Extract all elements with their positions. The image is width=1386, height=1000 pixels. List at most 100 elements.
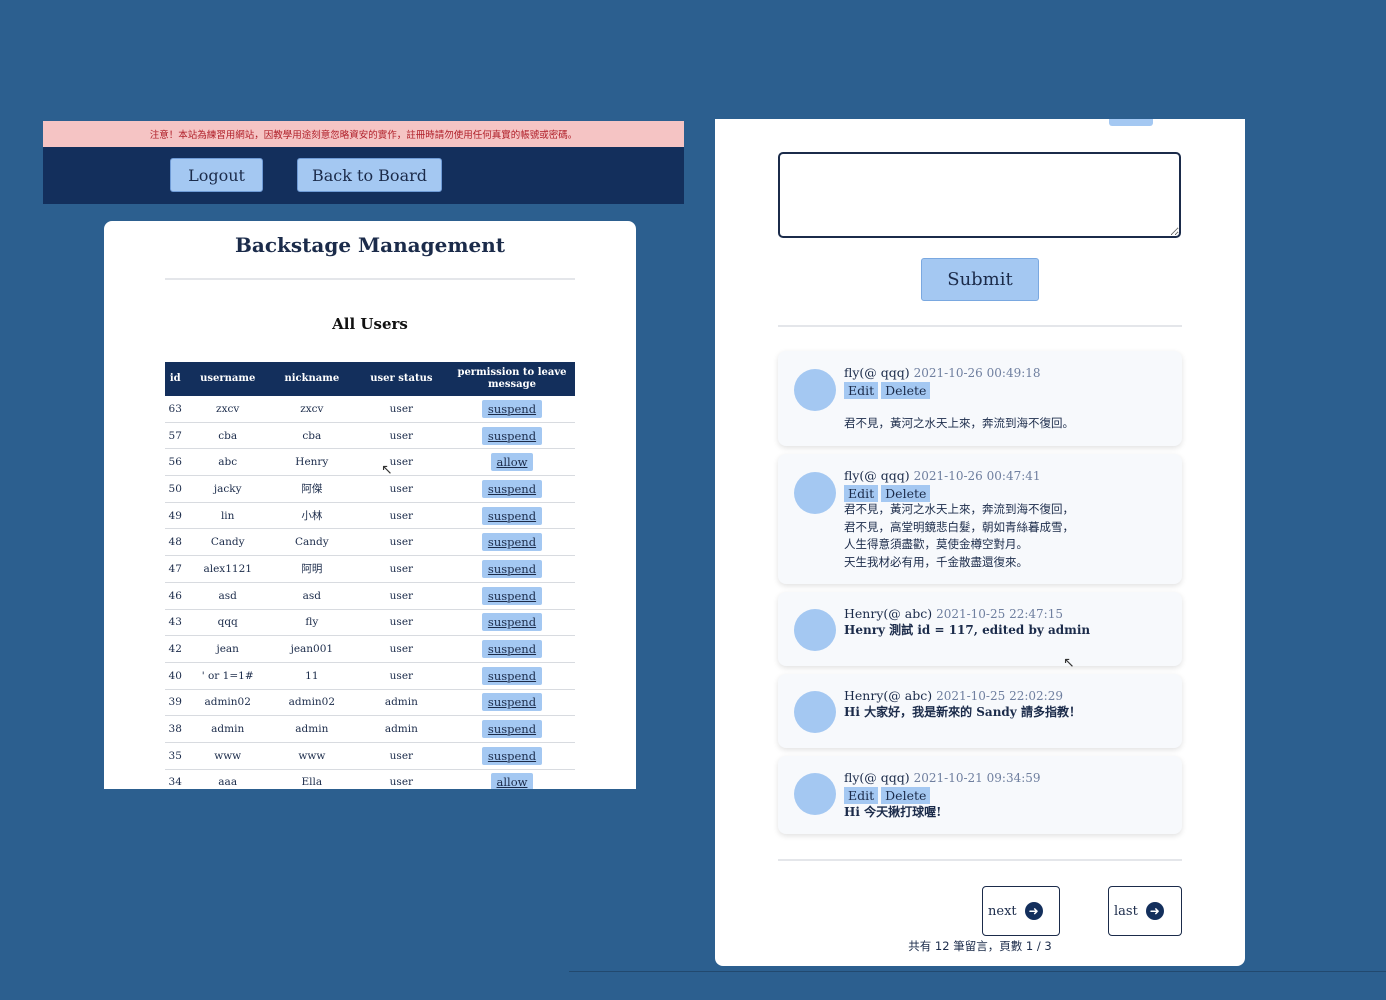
comment-body: Henry 測試 id = 117, edited by admin <box>844 623 1091 637</box>
comment-header: fly(@ qqq) 2021-10-26 00:47:41 <box>844 468 1041 483</box>
comment-author: Henry(@ abc) <box>844 606 933 621</box>
edit-button[interactable]: Edit <box>844 382 879 399</box>
permission-toggle-button[interactable]: allow <box>490 453 534 472</box>
cell-user-status: user <box>353 528 449 557</box>
divider-bottom <box>778 859 1182 861</box>
submit-button[interactable]: Submit <box>921 258 1039 301</box>
cell-id: 39 <box>165 689 186 717</box>
table-row: 43 qqq fly user suspend <box>165 609 575 637</box>
edit-button[interactable]: Edit <box>844 485 879 502</box>
cell-user-status: user <box>353 769 449 789</box>
permission-toggle-button[interactable]: suspend <box>481 559 543 578</box>
cell-nickname: zxcv <box>269 396 354 423</box>
cell-username: jean <box>185 635 270 663</box>
cell-id: 43 <box>165 609 186 637</box>
back-to-board-button[interactable]: Back to Board <box>297 158 442 192</box>
cell-user-status: user <box>353 742 449 770</box>
cell-username: alex1121 <box>185 555 270 583</box>
users-table: id username nickname user status permiss… <box>165 362 575 789</box>
table-row: 56 abc Henry user allow <box>165 448 575 477</box>
cell-id: 56 <box>165 448 186 477</box>
cell-permission: suspend <box>449 582 575 610</box>
cell-username: admin02 <box>185 689 270 717</box>
table-row: 57 cba cba user suspend <box>165 422 575 450</box>
comment-card: fly(@ qqq) 2021-10-21 09:34:59 Edit Dele… <box>778 756 1182 834</box>
cell-username: admin <box>185 715 270 743</box>
message-textarea[interactable] <box>778 152 1181 238</box>
admin-header: 注意！本站為練習用網站，因教學用途刻意忽略資安的實作，註冊時請勿使用任何真實的帳… <box>43 121 684 205</box>
comment-header: fly(@ qqq) 2021-10-26 00:49:18 <box>844 365 1041 380</box>
cell-user-status: user <box>353 662 449 690</box>
delete-button[interactable]: Delete <box>881 787 931 804</box>
delete-button[interactable]: Delete <box>881 382 931 399</box>
permission-toggle-button[interactable]: suspend <box>481 506 543 525</box>
comment-actions: Edit Delete <box>844 787 931 804</box>
table-row: 63 zxcv zxcv user suspend <box>165 396 575 423</box>
permission-toggle-button[interactable]: suspend <box>481 426 543 445</box>
last-page-button[interactable]: last ➜ <box>1108 886 1182 936</box>
permission-toggle-button[interactable]: suspend <box>481 533 543 552</box>
col-nickname: nickname <box>269 362 354 396</box>
comment-card: fly(@ qqq) 2021-10-26 00:49:18 Edit Dele… <box>778 351 1182 446</box>
cell-nickname: admin <box>269 715 354 743</box>
comment-author: fly(@ qqq) <box>844 468 910 483</box>
col-id: id <box>165 362 186 396</box>
permission-toggle-button[interactable]: allow <box>490 773 534 789</box>
cell-nickname: jean001 <box>269 635 354 663</box>
cell-username: ' or 1=1# <box>185 662 270 690</box>
cell-username: Candy <box>185 528 270 557</box>
permission-toggle-button[interactable]: suspend <box>481 399 543 418</box>
window-edge-line <box>569 971 1386 972</box>
admin-card: Backstage Management All Users id userna… <box>104 221 636 789</box>
cell-user-status: user <box>353 555 449 583</box>
edit-button[interactable]: Edit <box>844 787 879 804</box>
permission-toggle-button[interactable]: suspend <box>481 666 543 685</box>
comment-body: Hi 大家好，我是新來的 Sandy 請多指教！ <box>844 705 1081 719</box>
permission-toggle-button[interactable]: suspend <box>481 479 543 498</box>
cell-user-status: user <box>353 448 449 477</box>
table-row: 49 lin 小林 user suspend <box>165 502 575 530</box>
last-label: last <box>1114 903 1138 919</box>
cell-user-status: admin <box>353 715 449 743</box>
cell-nickname: www <box>269 742 354 770</box>
comment-card: Henry(@ abc) 2021-10-25 22:02:29 Hi 大家好，… <box>778 674 1182 748</box>
permission-toggle-button[interactable]: suspend <box>481 640 543 659</box>
next-page-button[interactable]: next ➜ <box>982 886 1060 936</box>
cell-nickname: 阿傑 <box>269 475 354 503</box>
cell-nickname: Henry <box>269 448 354 477</box>
permission-toggle-button[interactable]: suspend <box>481 586 543 605</box>
page-info: 共有 12 筆留言，頁數 1 / 3 <box>908 939 1052 953</box>
cell-username: lin <box>185 502 270 530</box>
cell-permission: suspend <box>449 528 575 557</box>
cell-username: jacky <box>185 475 270 503</box>
cell-nickname: admin02 <box>269 689 354 717</box>
avatar <box>794 773 836 815</box>
cell-permission: suspend <box>449 475 575 503</box>
permission-toggle-button[interactable]: suspend <box>481 613 543 632</box>
cell-username: zxcv <box>185 396 270 423</box>
cell-nickname: 阿明 <box>269 555 354 583</box>
comment-body: 君不見，黃河之水天上來，奔流到海不復回。 <box>844 416 1074 430</box>
table-row: 50 jacky 阿傑 user suspend <box>165 475 575 503</box>
section-title: All Users <box>332 315 408 333</box>
permission-toggle-button[interactable]: suspend <box>481 693 543 712</box>
mouse-pointer-icon: ↖ <box>1063 655 1075 671</box>
top-button-stub[interactable] <box>1109 119 1153 126</box>
logout-button[interactable]: Logout <box>170 158 263 192</box>
arrow-right-circle-icon: ➜ <box>1145 902 1164 920</box>
cell-id: 35 <box>165 742 186 770</box>
permission-toggle-button[interactable]: suspend <box>481 720 543 739</box>
cell-id: 34 <box>165 769 186 789</box>
cell-permission: allow <box>449 769 575 789</box>
comment-card: Henry(@ abc) 2021-10-25 22:47:15 Henry 測… <box>778 592 1182 666</box>
delete-button[interactable]: Delete <box>881 485 931 502</box>
comment-header: Henry(@ abc) 2021-10-25 22:02:29 <box>844 688 1063 703</box>
cell-nickname: Ella <box>269 769 354 789</box>
cell-id: 38 <box>165 715 186 743</box>
cell-permission: allow <box>449 448 575 477</box>
avatar <box>794 609 836 651</box>
permission-toggle-button[interactable]: suspend <box>481 746 543 765</box>
col-user-status: user status <box>353 362 449 396</box>
comment-author: fly(@ qqq) <box>844 770 910 785</box>
cell-username: www <box>185 742 270 770</box>
